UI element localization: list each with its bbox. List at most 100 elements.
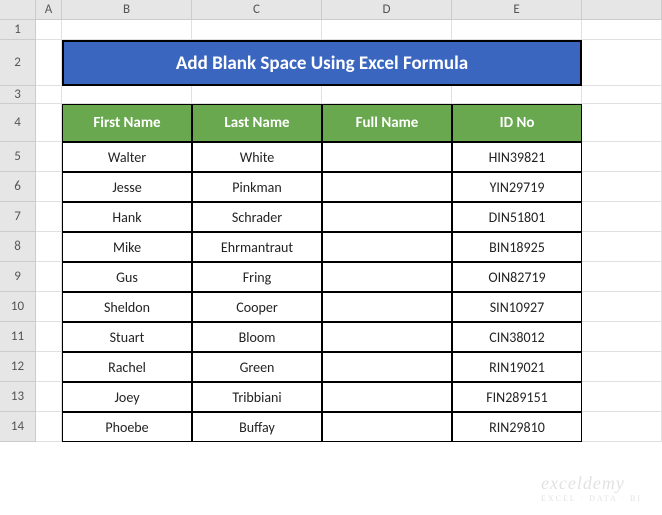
cell-last-name[interactable]: Pinkman (192, 172, 322, 202)
cell-full-name[interactable] (322, 262, 452, 292)
cell-E1[interactable] (452, 20, 582, 40)
cell-A11[interactable] (36, 322, 62, 352)
row-header-13[interactable]: 13 (0, 382, 36, 412)
cell-first-name[interactable]: Gus (62, 262, 192, 292)
cell-A9[interactable] (36, 262, 62, 292)
header-full-name[interactable]: Full Name (322, 104, 452, 142)
cell-extra-10[interactable] (582, 292, 662, 322)
cell-A13[interactable] (36, 382, 62, 412)
cell-A5[interactable] (36, 142, 62, 172)
cell-A6[interactable] (36, 172, 62, 202)
cell-full-name[interactable] (322, 382, 452, 412)
cell-last-name[interactable]: Cooper (192, 292, 322, 322)
cell-last-name[interactable]: Buffay (192, 412, 322, 442)
header-id-no[interactable]: ID No (452, 104, 582, 142)
cell-A8[interactable] (36, 232, 62, 262)
cell-extra-6[interactable] (582, 172, 662, 202)
cell-extra-14[interactable] (582, 412, 662, 442)
cell-extra-12[interactable] (582, 352, 662, 382)
cell-D1[interactable] (322, 20, 452, 40)
cell-last-name[interactable]: Tribbiani (192, 382, 322, 412)
cell-full-name[interactable] (322, 232, 452, 262)
cell-last-name[interactable]: Green (192, 352, 322, 382)
cell-first-name[interactable]: Phoebe (62, 412, 192, 442)
cell-extra-9[interactable] (582, 262, 662, 292)
cell-full-name[interactable] (322, 172, 452, 202)
cell-C1[interactable] (192, 20, 322, 40)
title-cell[interactable]: Add Blank Space Using Excel Formula (62, 40, 582, 86)
col-header-B[interactable]: B (62, 0, 192, 20)
cell-id-no[interactable]: SIN10927 (452, 292, 582, 322)
cell-full-name[interactable] (322, 202, 452, 232)
cell-id-no[interactable]: YIN29719 (452, 172, 582, 202)
col-header-E[interactable]: E (452, 0, 582, 20)
row-header-9[interactable]: 9 (0, 262, 36, 292)
row-header-11[interactable]: 11 (0, 322, 36, 352)
cell-extra-1[interactable] (582, 20, 662, 40)
cell-id-no[interactable]: FIN289151 (452, 382, 582, 412)
cell-full-name[interactable] (322, 412, 452, 442)
col-header-D[interactable]: D (322, 0, 452, 20)
cell-full-name[interactable] (322, 292, 452, 322)
cell-D3[interactable] (322, 86, 452, 104)
cell-A12[interactable] (36, 352, 62, 382)
header-last-name[interactable]: Last Name (192, 104, 322, 142)
cell-full-name[interactable] (322, 352, 452, 382)
cell-full-name[interactable] (322, 142, 452, 172)
cell-id-no[interactable]: DIN51801 (452, 202, 582, 232)
cell-first-name[interactable]: Jesse (62, 172, 192, 202)
cell-first-name[interactable]: Walter (62, 142, 192, 172)
cell-last-name[interactable]: Bloom (192, 322, 322, 352)
cell-id-no[interactable]: RIN19021 (452, 352, 582, 382)
cell-extra-4[interactable] (582, 104, 662, 142)
cell-extra-5[interactable] (582, 142, 662, 172)
cell-B1[interactable] (62, 20, 192, 40)
row-header-2[interactable]: 2 (0, 40, 36, 86)
cell-extra-13[interactable] (582, 382, 662, 412)
col-header-C[interactable]: C (192, 0, 322, 20)
row-header-8[interactable]: 8 (0, 232, 36, 262)
cell-B3[interactable] (62, 86, 192, 104)
cell-A1[interactable] (36, 20, 62, 40)
cell-extra-8[interactable] (582, 232, 662, 262)
cell-A4[interactable] (36, 104, 62, 142)
row-header-3[interactable]: 3 (0, 86, 36, 104)
cell-A10[interactable] (36, 292, 62, 322)
cell-E3[interactable] (452, 86, 582, 104)
cell-last-name[interactable]: Schrader (192, 202, 322, 232)
cell-last-name[interactable]: Fring (192, 262, 322, 292)
select-all-corner[interactable] (0, 0, 36, 20)
cell-extra-7[interactable] (582, 202, 662, 232)
cell-id-no[interactable]: OIN82719 (452, 262, 582, 292)
cell-first-name[interactable]: Rachel (62, 352, 192, 382)
row-header-5[interactable]: 5 (0, 142, 36, 172)
cell-first-name[interactable]: Stuart (62, 322, 192, 352)
cell-id-no[interactable]: BIN18925 (452, 232, 582, 262)
row-header-10[interactable]: 10 (0, 292, 36, 322)
cell-full-name[interactable] (322, 322, 452, 352)
cell-id-no[interactable]: CIN38012 (452, 322, 582, 352)
row-header-1[interactable]: 1 (0, 20, 36, 40)
cell-A2[interactable] (36, 40, 62, 86)
cell-first-name[interactable]: Sheldon (62, 292, 192, 322)
cell-A3[interactable] (36, 86, 62, 104)
row-header-4[interactable]: 4 (0, 104, 36, 142)
cell-C3[interactable] (192, 86, 322, 104)
row-header-14[interactable]: 14 (0, 412, 36, 442)
cell-last-name[interactable]: Ehrmantraut (192, 232, 322, 262)
cell-id-no[interactable]: RIN29810 (452, 412, 582, 442)
cell-A14[interactable] (36, 412, 62, 442)
cell-first-name[interactable]: Mike (62, 232, 192, 262)
cell-extra-11[interactable] (582, 322, 662, 352)
cell-first-name[interactable]: Joey (62, 382, 192, 412)
row-header-6[interactable]: 6 (0, 172, 36, 202)
header-first-name[interactable]: First Name (62, 104, 192, 142)
cell-extra-3[interactable] (582, 86, 662, 104)
cell-first-name[interactable]: Hank (62, 202, 192, 232)
row-header-7[interactable]: 7 (0, 202, 36, 232)
col-header-A[interactable]: A (36, 0, 62, 20)
cell-last-name[interactable]: White (192, 142, 322, 172)
cell-extra-2[interactable] (582, 40, 662, 86)
cell-A7[interactable] (36, 202, 62, 232)
cell-id-no[interactable]: HIN39821 (452, 142, 582, 172)
